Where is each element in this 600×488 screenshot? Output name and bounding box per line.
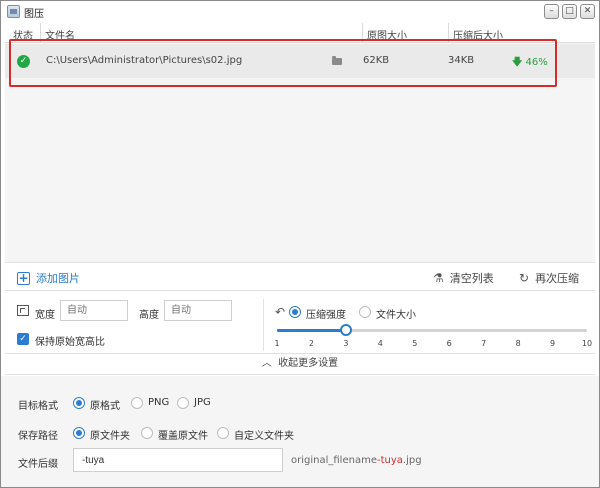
keep-ratio-label: 保持原始宽高比 [35, 337, 105, 348]
window-controls: – □ ✕ [544, 4, 595, 19]
refresh-icon: ↻ [519, 271, 530, 285]
close-icon: ✕ [583, 6, 592, 16]
list-toolbar: + 添加图片 ⚗ 清空列表 ↻ 再次压缩 [5, 265, 595, 291]
strength-slider[interactable] [277, 324, 587, 336]
collapse-label: 收起更多设置 [278, 358, 339, 369]
radio-save-original-folder[interactable] [73, 427, 85, 439]
format-png-label: PNG [148, 397, 170, 408]
radio-save-overwrite[interactable] [141, 427, 153, 439]
example-ext: .jpg [402, 455, 422, 466]
radio-save-custom-folder[interactable] [217, 427, 229, 439]
format-label: 目标格式 [18, 401, 58, 412]
output-settings: 目标格式 原格式 PNG JPG 保存路径 原文件夹 覆盖原文件 自定义文件夹 … [1, 376, 599, 487]
slider-fill [277, 329, 346, 332]
curve-icon: ↶ [275, 305, 286, 319]
app-logo-icon [7, 5, 20, 18]
format-original-label: 原格式 [90, 401, 120, 412]
add-image-button[interactable]: + 添加图片 [17, 270, 80, 286]
format-jpg-label: JPG [194, 397, 211, 408]
highlight-box [9, 39, 557, 87]
suffix-input[interactable] [73, 448, 283, 472]
slider-tick-label: 8 [515, 339, 521, 348]
example-prefix: original_filename [291, 455, 377, 466]
slider-tick-label: 2 [308, 339, 314, 348]
height-input[interactable] [164, 300, 232, 321]
clear-list-label: 清空列表 [449, 272, 494, 285]
compress-strength-label: 压缩强度 [306, 310, 346, 321]
slider-thumb[interactable] [339, 324, 352, 336]
slider-tick-label: 1 [274, 339, 280, 348]
slider-tick-label: 9 [550, 339, 556, 348]
save-custom-folder-label: 自定义文件夹 [234, 431, 294, 442]
example-suffix: -tuya [376, 455, 403, 466]
maximize-icon: □ [565, 6, 574, 16]
slider-tick-label: 3 [343, 339, 349, 348]
app-window: 图压 – □ ✕ 状态 文件名 原图大小 压缩后大小 ✓ C:\Users\Ad… [0, 0, 600, 488]
plus-icon: + [17, 270, 30, 285]
chevron-up-icon: ︿ [261, 358, 272, 369]
radio-format-png[interactable] [131, 397, 143, 409]
save-path-label: 保存路径 [18, 431, 58, 442]
resize-icon [17, 305, 29, 316]
add-image-label: 添加图片 [36, 272, 80, 285]
width-label: 宽度 [35, 310, 55, 321]
width-input[interactable] [60, 300, 128, 321]
radio-file-size[interactable] [359, 306, 371, 318]
slider-tick-label: 4 [377, 339, 383, 348]
slider-ticks: 1 2 3 4 5 6 7 8 9 10 [274, 339, 592, 351]
minimize-icon: – [549, 6, 554, 16]
maximize-button[interactable]: □ [562, 4, 577, 19]
recompress-button[interactable]: ↻ 再次压缩 [519, 270, 579, 286]
radio-compress-strength[interactable] [289, 306, 301, 318]
collapse-settings-toggle[interactable]: ︿ 收起更多设置 [5, 353, 595, 375]
save-original-folder-label: 原文件夹 [90, 431, 130, 442]
recompress-label: 再次压缩 [535, 272, 580, 285]
slider-tick-label: 7 [481, 339, 487, 348]
minimize-button[interactable]: – [544, 4, 559, 19]
height-label: 高度 [139, 310, 159, 321]
suffix-label: 文件后缀 [18, 459, 58, 470]
close-button[interactable]: ✕ [580, 4, 595, 19]
radio-format-jpg[interactable] [177, 397, 189, 409]
slider-tick-label: 6 [446, 339, 452, 348]
filename-example: original_filename-tuya.jpg [291, 455, 422, 466]
slider-tick-label: 5 [412, 339, 418, 348]
file-size-label: 文件大小 [376, 310, 416, 321]
save-overwrite-label: 覆盖原文件 [158, 431, 208, 442]
window-title: 图压 [24, 9, 44, 20]
title-bar: 图压 – □ ✕ [1, 1, 599, 23]
settings-divider [263, 299, 264, 351]
keep-ratio-checkbox[interactable]: ✓ [17, 333, 29, 345]
clear-list-button[interactable]: ⚗ 清空列表 [433, 270, 494, 286]
flask-icon: ⚗ [433, 271, 444, 285]
size-settings: 宽度 高度 ✓ 保持原始宽高比 ↶ 压缩强度 文件大小 1 2 3 4 5 6 7 8 9 10 [5, 293, 595, 351]
radio-format-original[interactable] [73, 397, 85, 409]
slider-tick-label: 10 [581, 339, 593, 348]
